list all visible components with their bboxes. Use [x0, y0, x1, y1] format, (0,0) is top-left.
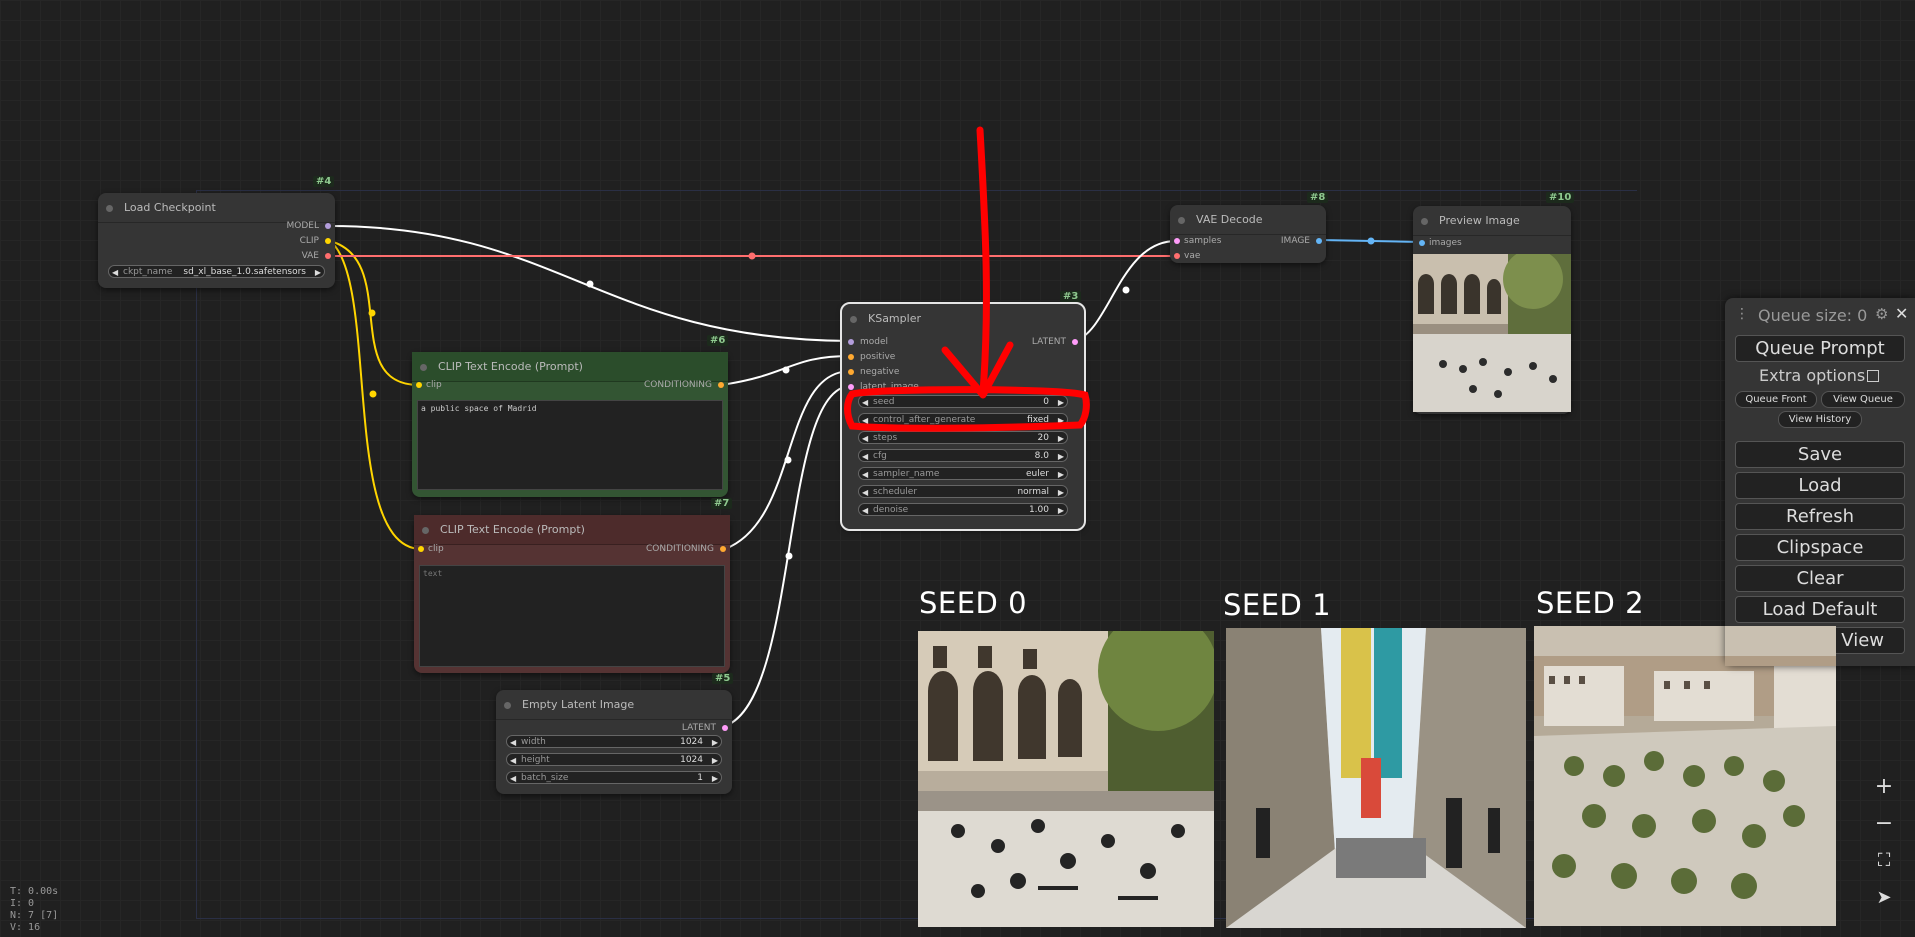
load-default-button[interactable]: Load Default	[1735, 596, 1905, 623]
refresh-button[interactable]: Refresh	[1735, 503, 1905, 530]
stat-nodes: N: 7 [7]	[10, 910, 59, 921]
extra-options-checkbox[interactable]	[1867, 370, 1879, 382]
gear-icon[interactable]: ⚙	[1875, 305, 1888, 323]
drag-handle-icon[interactable]: ⋮	[1735, 306, 1749, 322]
arrow-button[interactable]: ➤	[1864, 881, 1904, 915]
queue-prompt-button[interactable]: Queue Prompt	[1735, 335, 1905, 362]
canvas-stats: T: 0.00s I: 0 N: 7 [7] V: 16	[10, 886, 58, 934]
stat-visible: V: 16	[10, 922, 41, 933]
stat-time: T: 0.00s	[10, 886, 59, 897]
queue-menu: ⋮ Queue size: 0 ⚙ ✕ Queue Prompt Extra o…	[1725, 298, 1915, 666]
view-history-button[interactable]: View History	[1778, 411, 1862, 428]
queue-front-button[interactable]: Queue Front	[1735, 391, 1817, 408]
seed-2-image-overlay-graphic	[1725, 626, 1836, 666]
close-icon[interactable]: ✕	[1895, 304, 1908, 323]
view-queue-button[interactable]: View Queue	[1821, 391, 1905, 408]
load-button[interactable]: Load	[1735, 472, 1905, 499]
extra-options-label: Extra options	[1759, 366, 1866, 385]
seed-2-image-overlay	[1725, 626, 1836, 666]
zoom-out-button[interactable]: −	[1864, 807, 1904, 841]
clear-button[interactable]: Clear	[1735, 565, 1905, 592]
zoom-in-button[interactable]: +	[1864, 770, 1904, 804]
clipspace-button[interactable]: Clipspace	[1735, 534, 1905, 561]
save-button[interactable]: Save	[1735, 441, 1905, 468]
fit-view-button[interactable]: ⛶	[1864, 844, 1904, 878]
stat-iterations: I: 0	[10, 898, 35, 909]
view-button-label: View	[1841, 630, 1884, 651]
red-annotation	[844, 126, 1090, 432]
queue-size-label: Queue size: 0	[1758, 306, 1868, 325]
